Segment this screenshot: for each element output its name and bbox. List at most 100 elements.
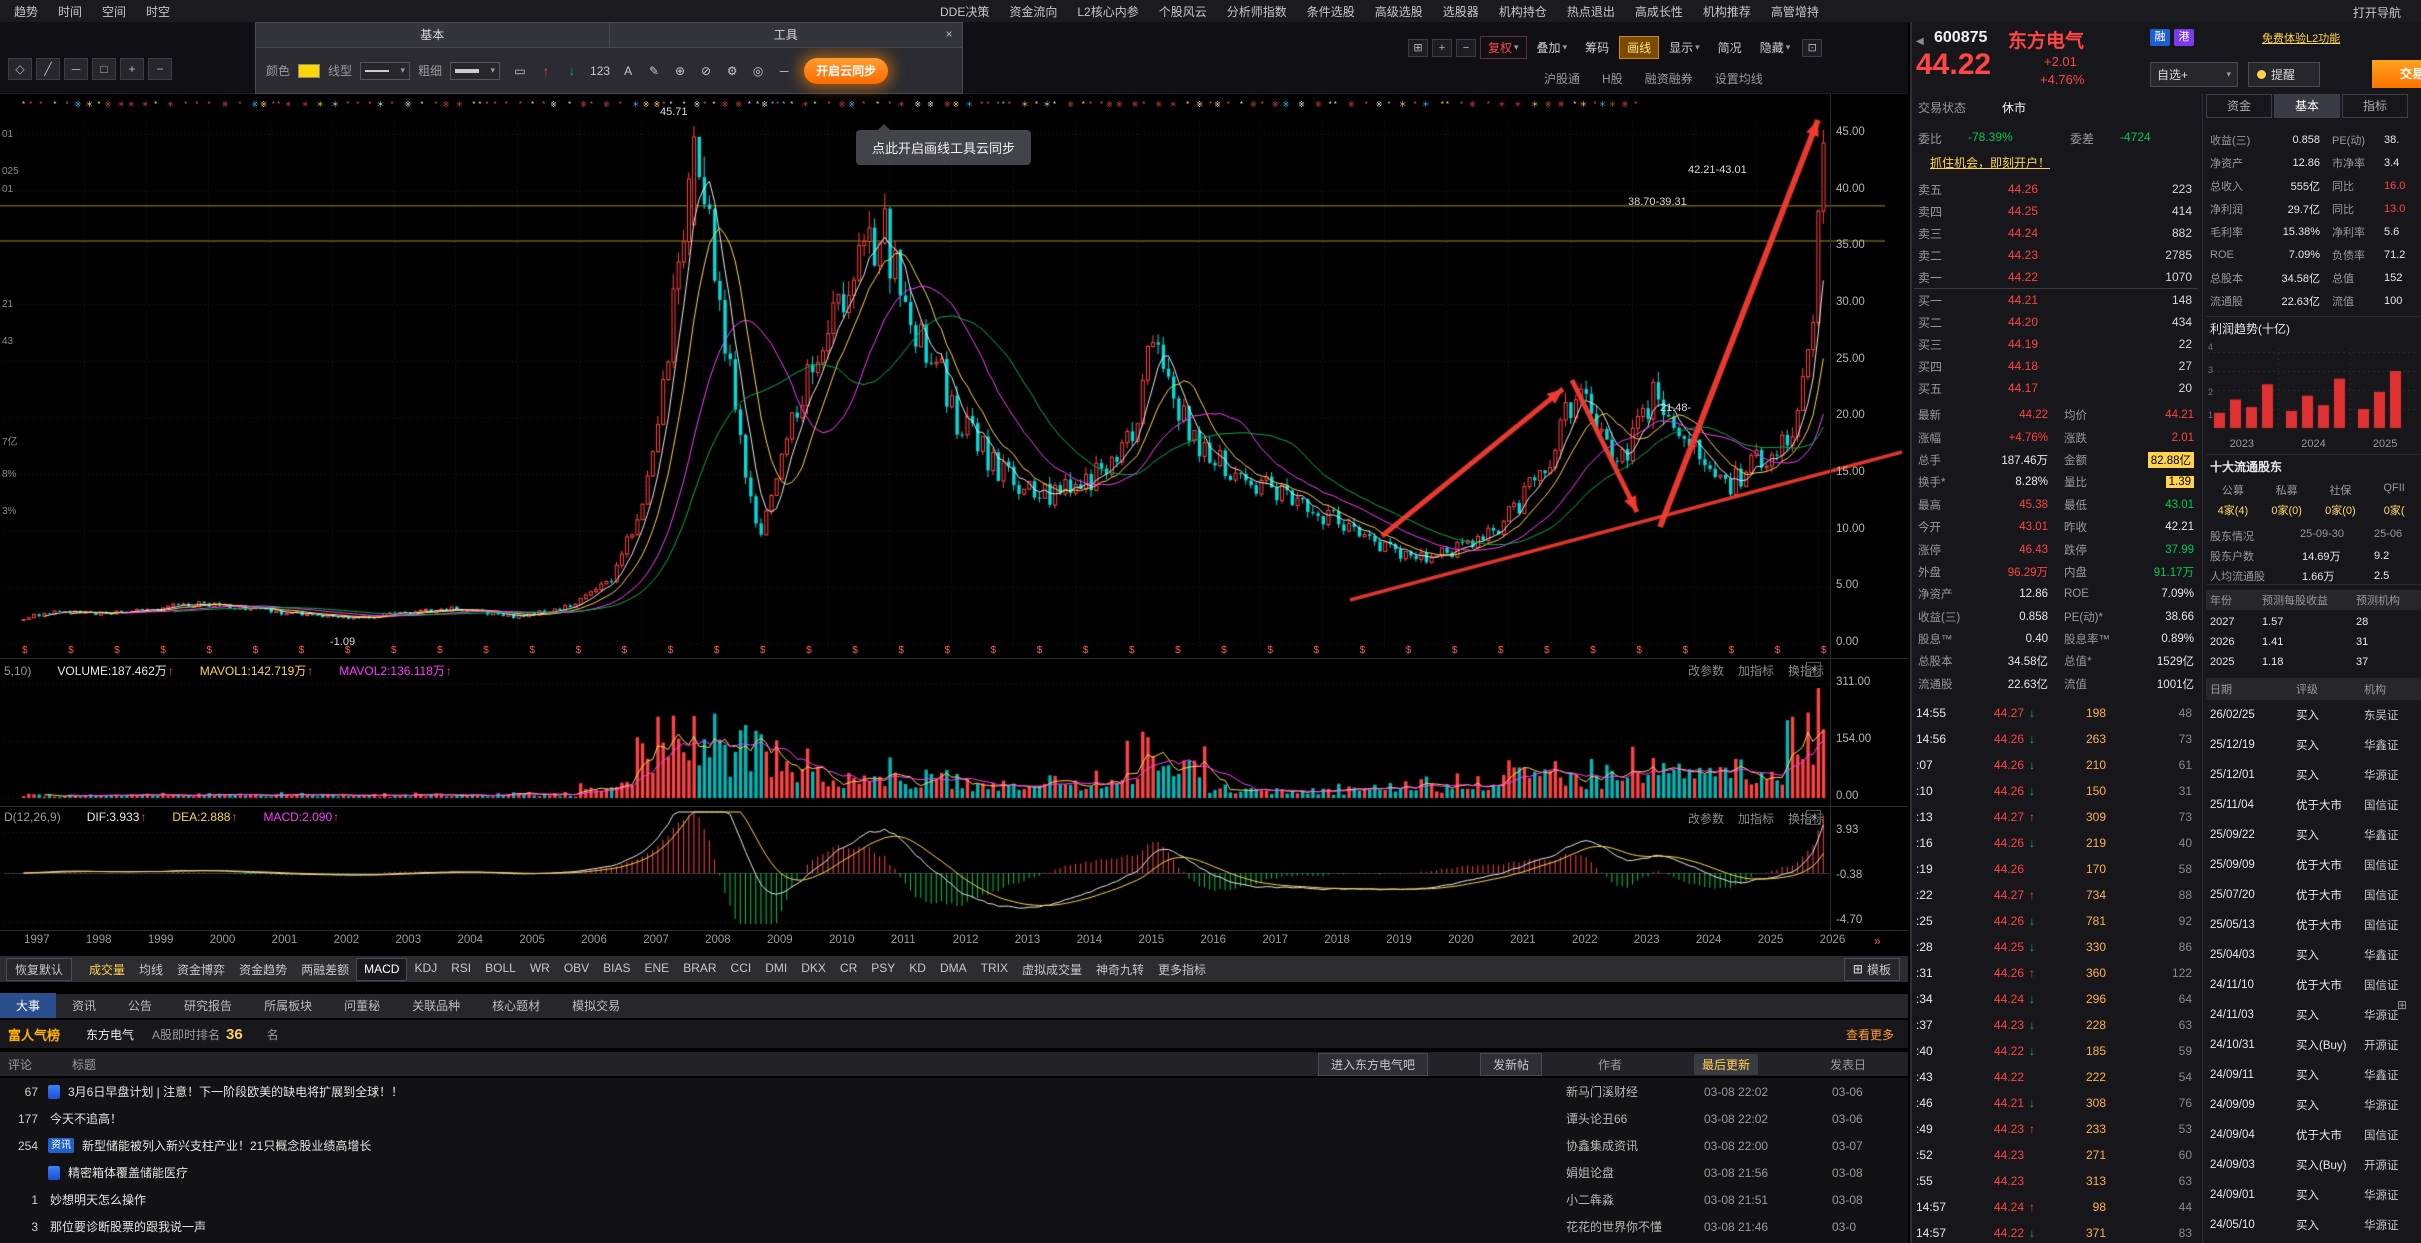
market-link[interactable]: 融资融券 (1645, 72, 1693, 86)
close-icon[interactable]: × (1806, 662, 1821, 677)
panel-tab[interactable]: 指标 (2342, 94, 2408, 118)
indicator-tab[interactable]: MACD (356, 958, 407, 981)
indicator-tab[interactable]: DMI (758, 958, 794, 981)
zoom-out-icon[interactable]: − (148, 58, 172, 80)
menu-item[interactable]: 机构推荐 (1693, 3, 1761, 20)
author-link[interactable]: 小二犇淼 (1566, 1191, 1704, 1208)
rect-tool-icon[interactable]: □ (92, 58, 116, 80)
rating-row[interactable]: 24/09/01买入华源证 (2206, 1180, 2421, 1210)
rating-row[interactable]: 25/09/09优于大市国信证 (2206, 850, 2421, 880)
grid-icon[interactable]: ⊞ (1408, 39, 1428, 57)
open-account-link[interactable]: 抓住机会，即刻开户！ (1930, 154, 2050, 171)
indicator-tab[interactable]: OBV (557, 958, 596, 981)
pencil-icon[interactable]: ✎ (642, 60, 666, 82)
orderbook-row[interactable]: 买一44.21148 (1910, 289, 2202, 311)
market-link[interactable]: 设置均线 (1715, 72, 1763, 86)
rating-row[interactable]: 24/09/11买入华鑫证 (2206, 1060, 2421, 1090)
scroll-right-icon[interactable]: » (1874, 934, 1881, 948)
text-tool-icon[interactable]: A (616, 60, 640, 82)
gear-icon[interactable]: ⚙ (720, 60, 744, 82)
rating-row[interactable]: 24/09/09买入华源证 (2206, 1090, 2421, 1120)
indicator-tab[interactable]: RSI (444, 958, 478, 981)
indicator-tab[interactable]: 成交量 (82, 958, 132, 981)
toolbox-tab-tools[interactable]: 工具 (609, 23, 963, 47)
menu-item[interactable]: 资金流向 (999, 3, 1067, 20)
indicator-tab[interactable]: 两融差额 (294, 958, 356, 981)
indicator-tab[interactable]: DMA (933, 958, 974, 981)
indicator-tab[interactable]: 更多指标 (1151, 958, 1213, 981)
indicator-tab[interactable]: 资金博弈 (170, 958, 232, 981)
menu-item[interactable]: 热点退出 (1557, 3, 1625, 20)
author-link[interactable]: 协鑫集成资讯 (1566, 1137, 1704, 1154)
post-title[interactable]: 妙想明天怎么操作 (50, 1191, 1566, 1208)
eye-icon[interactable]: ◎ (746, 60, 770, 82)
menu-item[interactable]: 高成长性 (1625, 3, 1693, 20)
orderbook-row[interactable]: 卖三44.24882 (1910, 222, 2202, 244)
rating-row[interactable]: 24/09/03买入(Buy)开源证 (2206, 1150, 2421, 1180)
post-title[interactable]: 新型储能被列入新兴支柱产业！21只概念股业绩高增长 (82, 1137, 1566, 1154)
market-link[interactable]: 沪股通 (1544, 72, 1580, 86)
volume-chart[interactable] (0, 660, 1910, 806)
arrow-up-icon[interactable]: ↑ (534, 60, 558, 82)
bottom-tab[interactable]: 模拟交易 (556, 993, 636, 1018)
orderbook-row[interactable]: 卖五44.26223 (1910, 178, 2202, 200)
bottom-tab[interactable]: 关联品种 (396, 993, 476, 1018)
indicator-tab[interactable]: PSY (864, 958, 902, 981)
indicator-tab[interactable]: KDJ (407, 958, 444, 981)
menu-item[interactable]: DDE决策 (930, 3, 999, 20)
line-weight-dropdown[interactable]: ▾ (450, 62, 500, 80)
chips-button[interactable]: 筹码 (1577, 36, 1617, 59)
bottom-tab[interactable]: 大事 (0, 993, 56, 1018)
indicator-tab[interactable]: TRIX (974, 958, 1015, 981)
menu-item[interactable]: 分析师指数 (1217, 3, 1297, 20)
indicator-tab[interactable]: 虚拟成交量 (1015, 958, 1089, 981)
forum-row[interactable]: 精密箱体覆盖储能医疗 娟姐论盘 03-08 21:56 03-08 (0, 1159, 1908, 1186)
number-tool-icon[interactable]: 123 (586, 60, 614, 82)
author-link[interactable]: 谭头论丑66 (1566, 1110, 1704, 1127)
pane-control-link[interactable]: 改参数 (1688, 810, 1724, 827)
line-style-dropdown[interactable]: ▾ (360, 62, 410, 80)
rating-row[interactable]: 25/07/20优于大市国信证 (2206, 880, 2421, 910)
link-icon[interactable]: ⊕ (668, 60, 692, 82)
select-icon[interactable]: ▭ (508, 60, 532, 82)
hline-tool-icon[interactable]: ─ (64, 58, 88, 80)
menu-item[interactable]: 时空 (136, 3, 180, 20)
dash-icon[interactable]: ─ (772, 60, 796, 82)
close-icon[interactable]: × (1806, 810, 1821, 825)
menu-item[interactable]: 时间 (48, 3, 92, 20)
pane-control-link[interactable]: 改参数 (1688, 662, 1724, 679)
indicator-tab[interactable]: DKX (794, 958, 833, 981)
rating-row[interactable]: 25/05/13优于大市国信证 (2206, 910, 2421, 940)
menu-item[interactable]: 趋势 (4, 3, 48, 20)
color-swatch[interactable] (298, 64, 320, 78)
new-post-button[interactable]: 发新帖 (1480, 1053, 1542, 1076)
indicator-tab[interactable]: KD (902, 958, 933, 981)
orderbook-row[interactable]: 卖四44.25414 (1910, 200, 2202, 222)
indicator-tab[interactable]: BOLL (478, 958, 523, 981)
forum-row[interactable]: 3 那位要诊断股票的跟我说一声 花花的世界你不懂 03-08 21:46 03-… (0, 1213, 1908, 1240)
post-title[interactable]: 今天不追高！ (50, 1110, 1566, 1127)
delete-icon[interactable]: ⊘ (694, 60, 718, 82)
rating-row[interactable]: 26/02/25买入东吴证 (2206, 700, 2421, 730)
brief-button[interactable]: 简况 (1710, 36, 1750, 59)
menu-item[interactable]: 条件选股 (1297, 3, 1365, 20)
rating-row[interactable]: 24/09/04优于大市国信证 (2206, 1120, 2421, 1150)
line-tool-icon[interactable]: ╱ (36, 58, 60, 80)
menu-item[interactable]: 个股风云 (1149, 3, 1217, 20)
orderbook-row[interactable]: 买四44.1827 (1910, 355, 2202, 377)
sort-by-updated-button[interactable]: 最后更新 (1694, 1054, 1758, 1075)
indicator-tab[interactable]: 神奇九转 (1089, 958, 1151, 981)
zoom-in-icon[interactable]: + (1432, 39, 1452, 57)
draw-line-button[interactable]: 画线 (1619, 36, 1659, 59)
bottom-tab[interactable]: 公告 (112, 993, 168, 1018)
reset-indicators-button[interactable]: 恢复默认 (6, 958, 72, 981)
rating-row[interactable]: 24/05/10买入华源证 (2206, 1210, 2421, 1240)
cloud-sync-button[interactable]: 开启云同步 (804, 58, 888, 84)
author-link[interactable]: 新马门溪财经 (1566, 1083, 1704, 1100)
alert-button[interactable]: 提醒 (2248, 62, 2320, 87)
bottom-tab[interactable]: 资讯 (56, 993, 112, 1018)
zoom-out-icon[interactable]: − (1456, 39, 1476, 57)
trade-button[interactable]: 交易 (2372, 60, 2421, 88)
overlay-button[interactable]: 叠加▾ (1529, 36, 1576, 59)
hide-button[interactable]: 隐藏▾ (1752, 36, 1799, 59)
